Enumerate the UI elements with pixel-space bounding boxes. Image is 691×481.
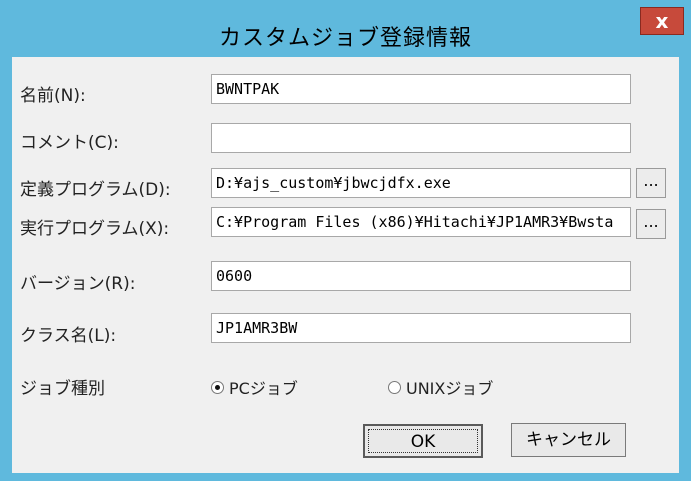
exec-program-input[interactable]: C:¥Program Files (x86)¥Hitachi¥JP1AMR3¥B… [211,207,631,237]
job-type-label: ジョブ種別 [20,379,105,399]
version-label: バージョン(R): [20,274,136,294]
exec-program-browse-button[interactable]: ... [636,209,666,239]
close-icon: x [655,9,669,33]
job-type-pc-radio[interactable]: PCジョブ [211,375,298,399]
dialog-window: カスタムジョブ登録情報 x 名前(N): BWNTPAK コメント(C): 定義… [0,0,691,481]
dialog-client-area: 名前(N): BWNTPAK コメント(C): 定義プログラム(D): D:¥a… [12,57,679,473]
comment-input[interactable] [211,123,631,153]
def-program-input[interactable]: D:¥ajs_custom¥jbwcjdfx.exe [211,168,631,198]
dialog-title: カスタムジョブ登録情報 [218,26,472,51]
job-type-unix-label: UNIXジョブ [406,379,494,398]
def-program-label: 定義プログラム(D): [20,180,171,200]
name-label: 名前(N): [20,86,86,106]
radio-selected-icon [211,380,224,394]
ok-button[interactable]: OK [363,424,483,458]
class-name-input[interactable]: JP1AMR3BW [211,313,631,343]
job-type-pc-label: PCジョブ [229,379,298,398]
cancel-button[interactable]: キャンセル [511,423,626,457]
job-type-unix-radio[interactable]: UNIXジョブ [388,375,493,399]
version-input[interactable]: 0600 [211,261,631,291]
exec-program-label: 実行プログラム(X): [20,219,170,239]
close-button[interactable]: x [640,7,684,35]
def-program-browse-button[interactable]: ... [636,168,666,198]
radio-unselected-icon [388,380,401,394]
name-input[interactable]: BWNTPAK [211,74,631,104]
class-name-label: クラス名(L): [20,326,117,346]
comment-label: コメント(C): [20,133,119,153]
